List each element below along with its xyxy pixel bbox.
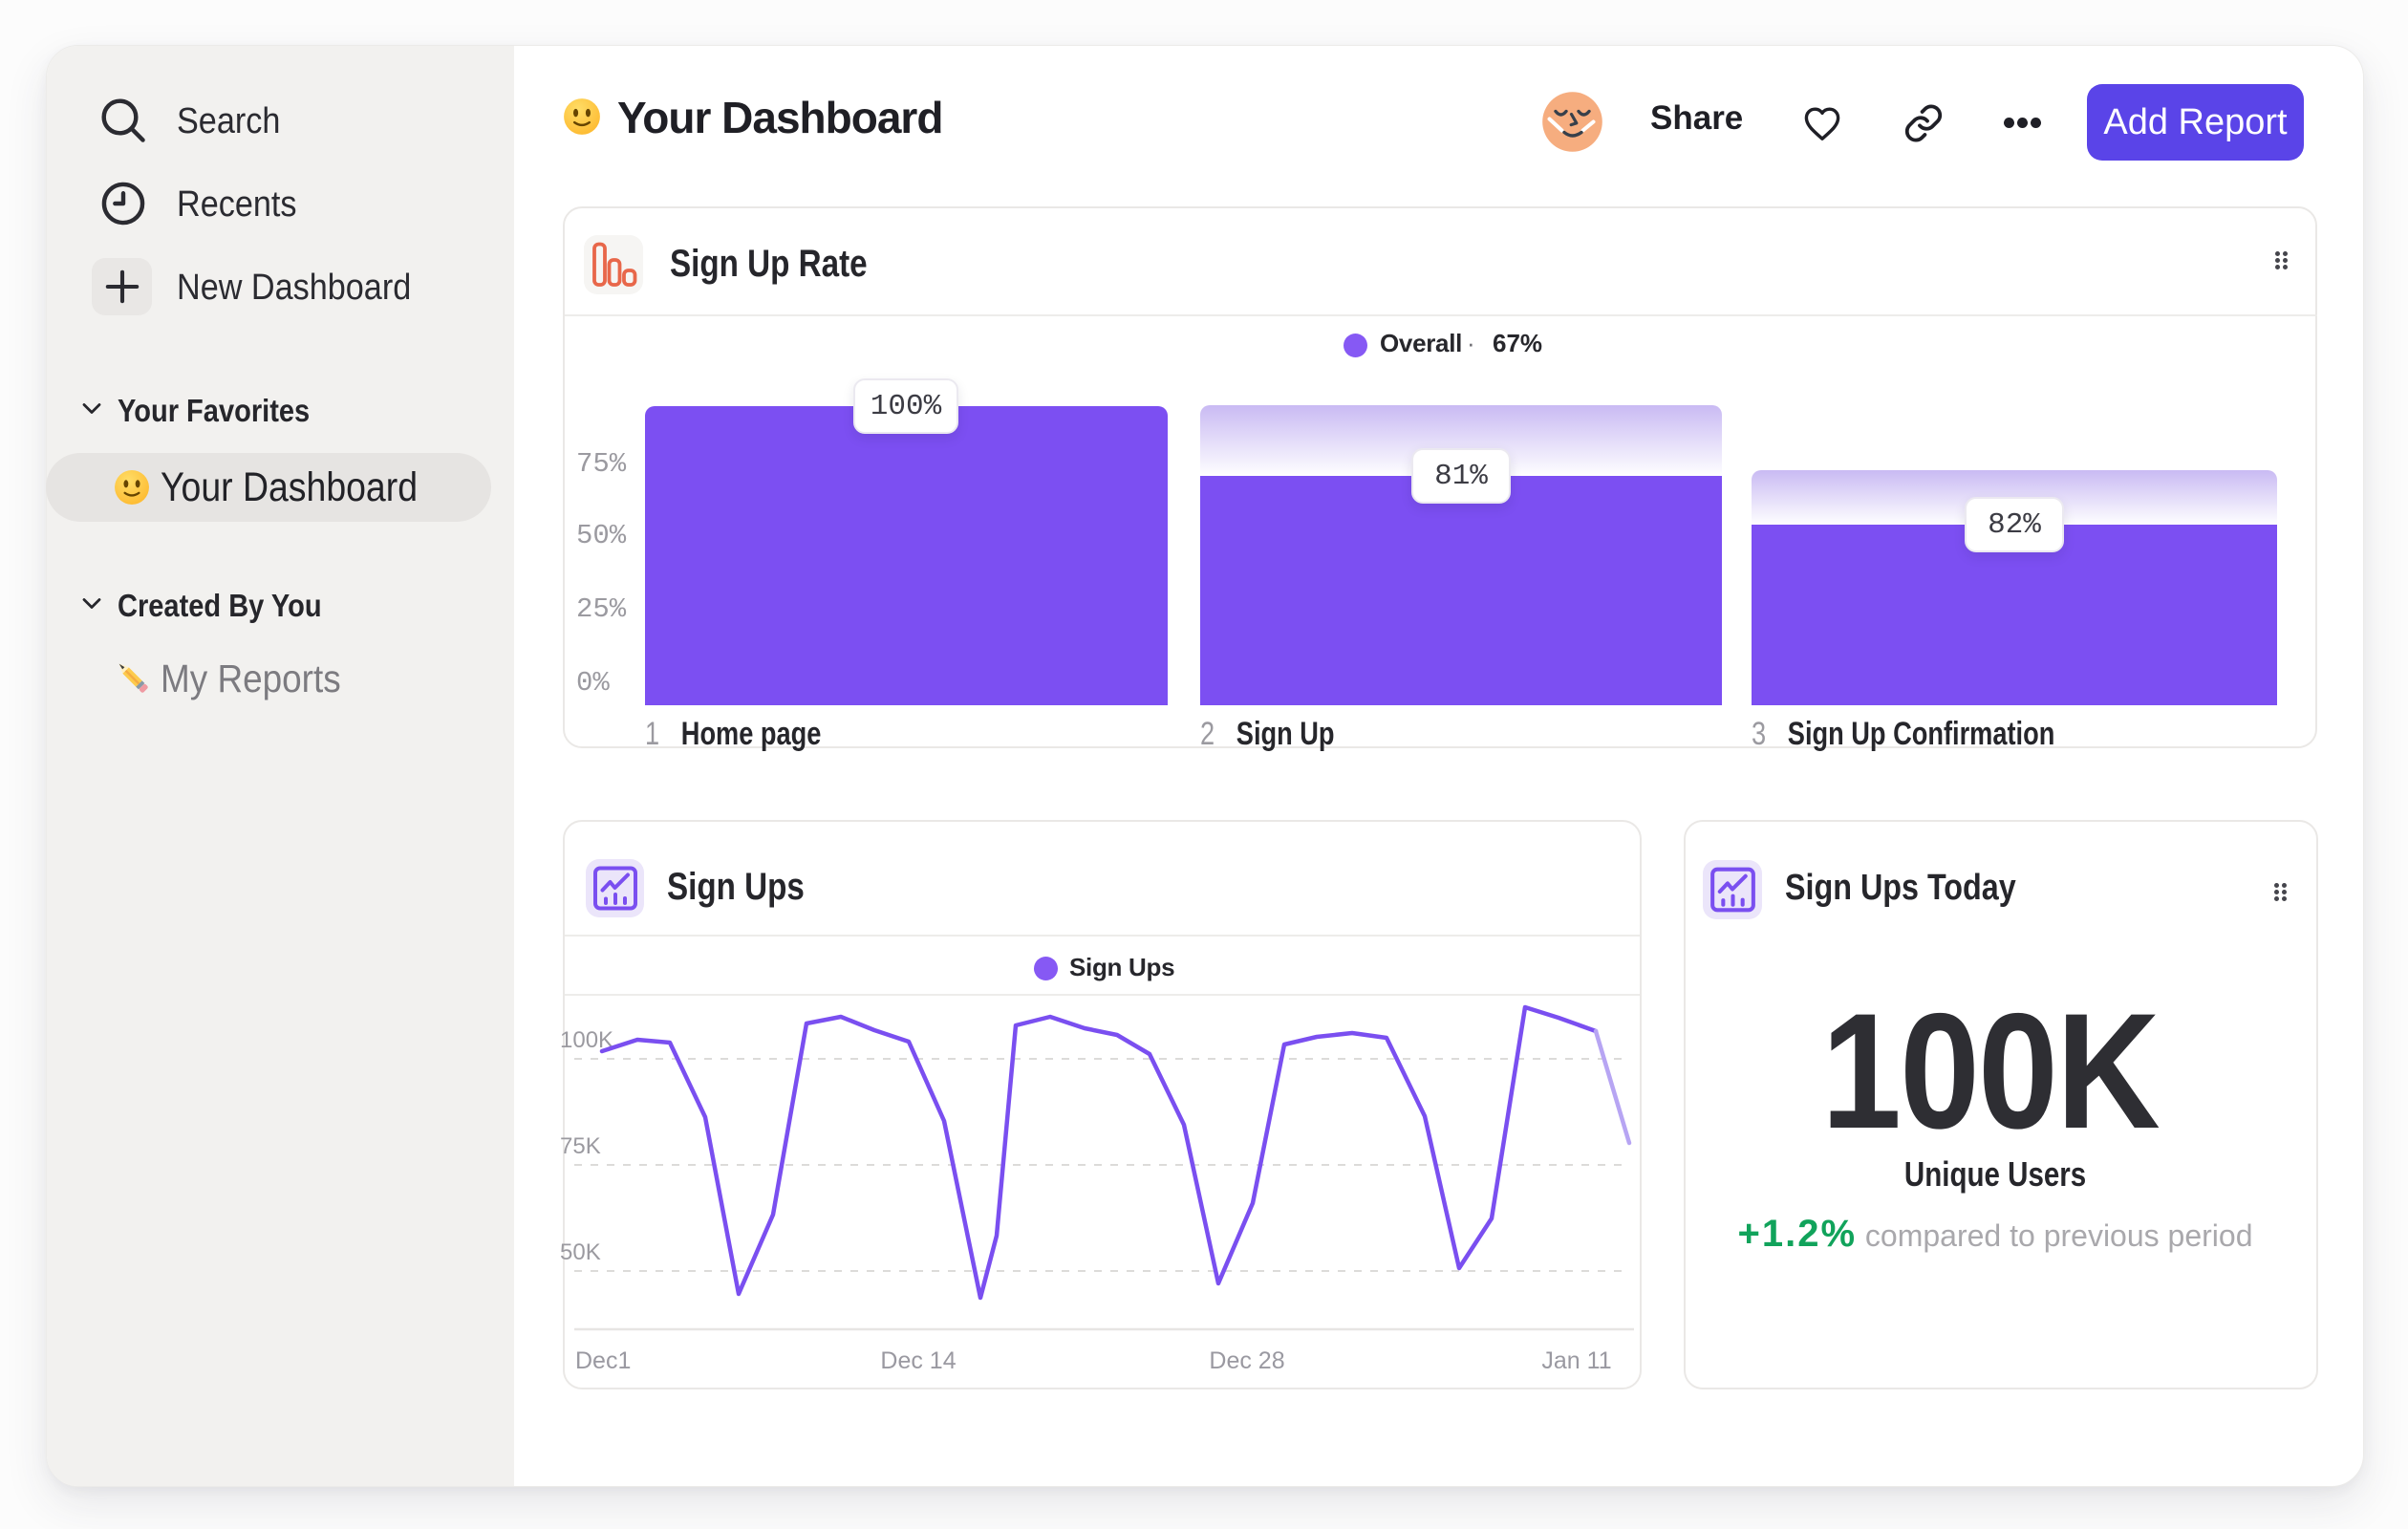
svg-text:75K: 75K [560,1133,601,1159]
svg-text:Dec1: Dec1 [575,1347,631,1374]
svg-text:50K: 50K [560,1239,601,1265]
svg-text:Dec 14: Dec 14 [880,1347,956,1374]
svg-text:Jan 11: Jan 11 [1541,1347,1611,1374]
svg-text:Dec 28: Dec 28 [1209,1347,1284,1374]
